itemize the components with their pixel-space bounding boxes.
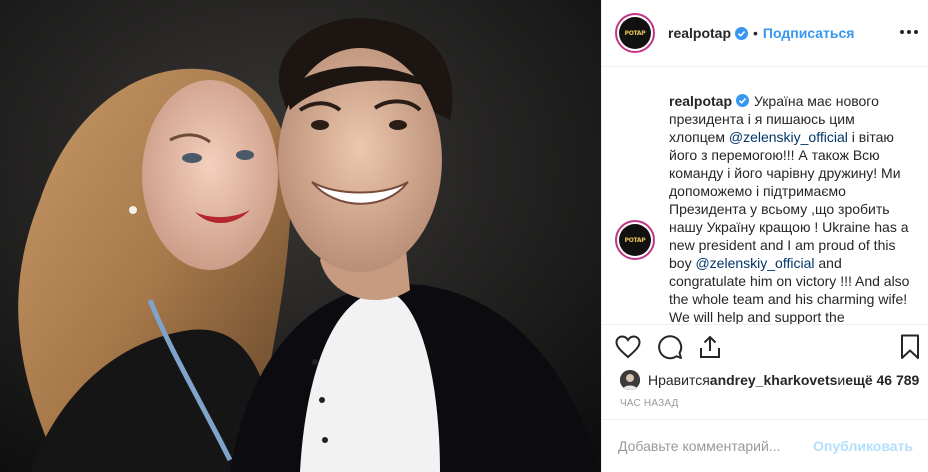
comment-icon[interactable] xyxy=(656,333,684,361)
caption-text-part2: і вітаю його з перемогою!!! А також Всю … xyxy=(669,129,909,271)
publish-button[interactable]: Опубликовать xyxy=(813,438,913,454)
author-avatar[interactable]: POTAP xyxy=(615,13,655,53)
caption-mention[interactable]: @zelenskiy_official xyxy=(729,129,848,145)
add-comment-form: Опубликовать xyxy=(602,419,928,472)
bookmark-icon[interactable] xyxy=(896,333,924,361)
liker-username[interactable]: andrey_kharkovets xyxy=(710,372,838,388)
post-image xyxy=(0,0,601,472)
verified-icon xyxy=(736,94,750,107)
post-timestamp[interactable]: час назад xyxy=(620,398,679,409)
more-icon[interactable] xyxy=(899,22,919,42)
likes-middle: и xyxy=(837,372,846,388)
caption-author-avatar[interactable]: POTAP xyxy=(615,220,655,260)
author-username[interactable]: realpotap xyxy=(668,25,731,41)
likes-count[interactable]: ещё 46 789 xyxy=(845,372,919,388)
comments-area[interactable]: POTAP realpotap Україна має нового презид… xyxy=(602,68,928,324)
post-header: POTAP realpotap • Подписаться xyxy=(602,0,928,67)
separator-dot: • xyxy=(753,25,758,41)
action-bar xyxy=(602,324,928,368)
likes-summary: Нравится andrey_kharkovets и ещё 46 789 xyxy=(620,368,919,392)
comment-input[interactable] xyxy=(618,438,814,454)
post-photo[interactable] xyxy=(0,0,601,472)
likes-prefix: Нравится xyxy=(648,372,710,388)
caption-username[interactable]: realpotap xyxy=(669,93,732,109)
avatar-logo-text: POTAP xyxy=(624,236,646,244)
heart-icon[interactable] xyxy=(614,333,642,361)
verified-icon xyxy=(735,26,749,40)
post-sidebar: POTAP realpotap • Подписаться POTAP real… xyxy=(601,0,928,472)
caption-mention[interactable]: @zelenskiy_official xyxy=(695,255,814,271)
post-caption: realpotap Україна має нового президента і… xyxy=(669,92,913,324)
liker-avatar[interactable] xyxy=(620,370,640,390)
follow-button[interactable]: Подписаться xyxy=(763,25,855,41)
share-icon[interactable] xyxy=(696,333,724,361)
avatar-logo-text: POTAP xyxy=(624,29,646,37)
